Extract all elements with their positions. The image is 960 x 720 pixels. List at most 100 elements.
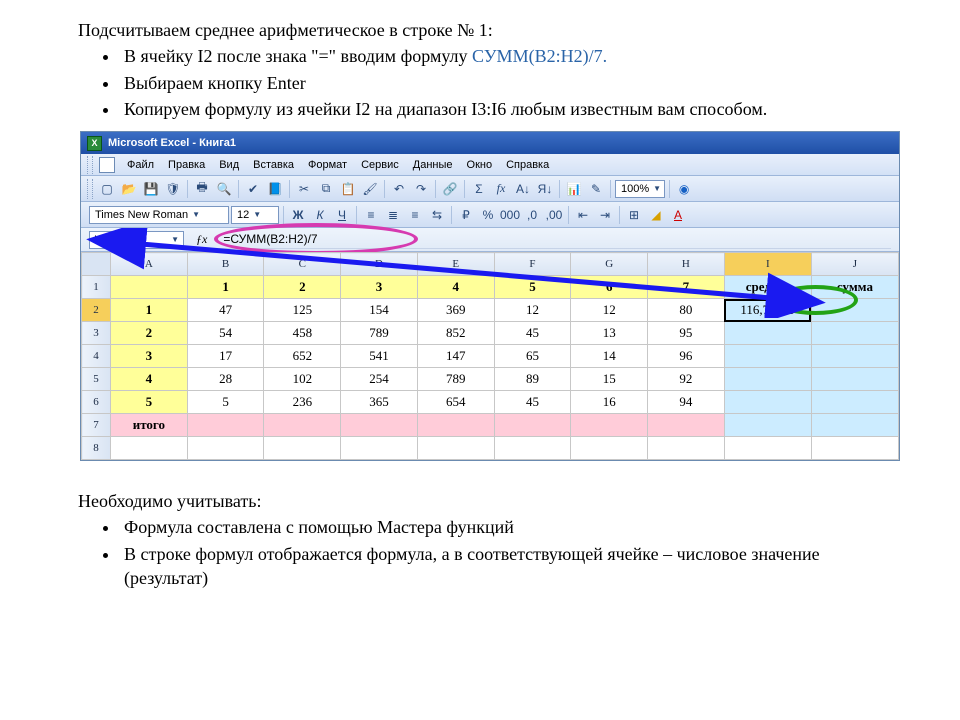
chart-icon[interactable]: 📊 xyxy=(564,179,584,199)
cell-D2[interactable]: 154 xyxy=(341,299,418,322)
merge-center-icon[interactable]: ⇆ xyxy=(427,205,447,225)
rowhdr-6[interactable]: 6 xyxy=(82,391,111,414)
worksheet[interactable]: A B C D E F G H I J 1 1 2 3 4 5 6 7 xyxy=(81,252,899,460)
name-box[interactable]: I2▼ xyxy=(89,231,184,249)
cell-I4[interactable] xyxy=(724,345,811,368)
rowhdr-4[interactable]: 4 xyxy=(82,345,111,368)
fill-color-icon[interactable]: ◢ xyxy=(646,205,666,225)
cell-B2[interactable]: 47 xyxy=(187,299,264,322)
cell-B5[interactable]: 28 xyxy=(187,368,264,391)
align-center-icon[interactable]: ≣ xyxy=(383,205,403,225)
col-C[interactable]: C xyxy=(264,253,341,276)
cell-F7[interactable] xyxy=(494,414,571,437)
redo-icon[interactable]: ↷ xyxy=(411,179,431,199)
fx-icon[interactable]: fx xyxy=(491,179,511,199)
format-painter-icon[interactable]: 🖌 xyxy=(360,179,380,199)
cell-H5[interactable]: 92 xyxy=(648,368,725,391)
cell-C4[interactable]: 652 xyxy=(264,345,341,368)
col-H[interactable]: H xyxy=(648,253,725,276)
col-F[interactable]: F xyxy=(494,253,571,276)
cell-I2-active[interactable]: 116,71429 xyxy=(724,299,811,322)
font-size-combo[interactable]: 12▼ xyxy=(231,206,279,224)
preview-icon[interactable]: 🔍 xyxy=(214,179,234,199)
cell-G7[interactable] xyxy=(571,414,648,437)
select-all-corner[interactable] xyxy=(82,253,111,276)
currency-icon[interactable]: ₽ xyxy=(456,205,476,225)
sort-asc-icon[interactable]: A↓ xyxy=(513,179,533,199)
paste-icon[interactable]: 📋 xyxy=(338,179,358,199)
cell-B6[interactable]: 5 xyxy=(187,391,264,414)
undo-icon[interactable]: ↶ xyxy=(389,179,409,199)
cell-I7[interactable] xyxy=(724,414,811,437)
col-I[interactable]: I xyxy=(724,253,811,276)
research-icon[interactable]: 📘 xyxy=(265,179,285,199)
borders-icon[interactable]: ⊞ xyxy=(624,205,644,225)
cell-G5[interactable]: 15 xyxy=(571,368,648,391)
cell-F3[interactable]: 45 xyxy=(494,322,571,345)
zoom-combo[interactable]: 100%▼ xyxy=(615,180,665,198)
formula-input[interactable]: =СУММ(B2:H2)/7 xyxy=(219,231,891,249)
cell-G2[interactable]: 12 xyxy=(571,299,648,322)
col-G[interactable]: G xyxy=(571,253,648,276)
cell-E7[interactable] xyxy=(417,414,494,437)
save-icon[interactable]: 💾 xyxy=(141,179,161,199)
menu-file[interactable]: Файл xyxy=(121,157,160,173)
cell-C7[interactable] xyxy=(264,414,341,437)
rowhdr-1[interactable]: 1 xyxy=(82,276,111,299)
cell-B3[interactable]: 54 xyxy=(187,322,264,345)
menu-tools[interactable]: Сервис xyxy=(355,157,405,173)
cell-A4[interactable]: 3 xyxy=(111,345,188,368)
font-color-icon[interactable]: A xyxy=(668,205,688,225)
cell-G1[interactable]: 6 xyxy=(571,276,648,299)
cell-I5[interactable] xyxy=(724,368,811,391)
bold-icon[interactable]: Ж xyxy=(288,205,308,225)
cell-H3[interactable]: 95 xyxy=(648,322,725,345)
cell-A3[interactable]: 2 xyxy=(111,322,188,345)
cell-J6[interactable] xyxy=(811,391,898,414)
cut-icon[interactable]: ✂ xyxy=(294,179,314,199)
cell-J4[interactable] xyxy=(811,345,898,368)
cell-H4[interactable]: 96 xyxy=(648,345,725,368)
cell-I1[interactable]: среднее xyxy=(724,276,811,299)
menu-data[interactable]: Данные xyxy=(407,157,459,173)
col-E[interactable]: E xyxy=(417,253,494,276)
cell-J1[interactable]: сумма xyxy=(811,276,898,299)
cell-H6[interactable]: 94 xyxy=(648,391,725,414)
rowhdr-7[interactable]: 7 xyxy=(82,414,111,437)
col-B[interactable]: B xyxy=(187,253,264,276)
cell-C1[interactable]: 2 xyxy=(264,276,341,299)
spellcheck-icon[interactable]: ✔ xyxy=(243,179,263,199)
rowhdr-2[interactable]: 2 xyxy=(82,299,111,322)
comma-icon[interactable]: 000 xyxy=(500,205,520,225)
sort-desc-icon[interactable]: Я↓ xyxy=(535,179,555,199)
cell-J5[interactable] xyxy=(811,368,898,391)
inc-decimals-icon[interactable]: ,0 xyxy=(522,205,542,225)
cell-B1[interactable]: 1 xyxy=(187,276,264,299)
cell-C2[interactable]: 125 xyxy=(264,299,341,322)
cell-E2[interactable]: 369 xyxy=(417,299,494,322)
menu-window[interactable]: Окно xyxy=(461,157,499,173)
cell-E1[interactable]: 4 xyxy=(417,276,494,299)
cell-C6[interactable]: 236 xyxy=(264,391,341,414)
dec-decimals-icon[interactable]: ,00 xyxy=(544,205,564,225)
dec-indent-icon[interactable]: ⇤ xyxy=(573,205,593,225)
cell-B7[interactable] xyxy=(187,414,264,437)
percent-icon[interactable]: % xyxy=(478,205,498,225)
cell-B4[interactable]: 17 xyxy=(187,345,264,368)
cell-J7[interactable] xyxy=(811,414,898,437)
cell-A7[interactable]: итого xyxy=(111,414,188,437)
drawing-icon[interactable]: ✎ xyxy=(586,179,606,199)
cell-F6[interactable]: 45 xyxy=(494,391,571,414)
cell-G4[interactable]: 14 xyxy=(571,345,648,368)
cell-A5[interactable]: 4 xyxy=(111,368,188,391)
cell-F1[interactable]: 5 xyxy=(494,276,571,299)
menu-format[interactable]: Формат xyxy=(302,157,353,173)
menu-edit[interactable]: Правка xyxy=(162,157,211,173)
italic-icon[interactable]: К xyxy=(310,205,330,225)
cell-D4[interactable]: 541 xyxy=(341,345,418,368)
cell-E4[interactable]: 147 xyxy=(417,345,494,368)
cell-A6[interactable]: 5 xyxy=(111,391,188,414)
cell-G3[interactable]: 13 xyxy=(571,322,648,345)
cell-F5[interactable]: 89 xyxy=(494,368,571,391)
menu-insert[interactable]: Вставка xyxy=(247,157,300,173)
